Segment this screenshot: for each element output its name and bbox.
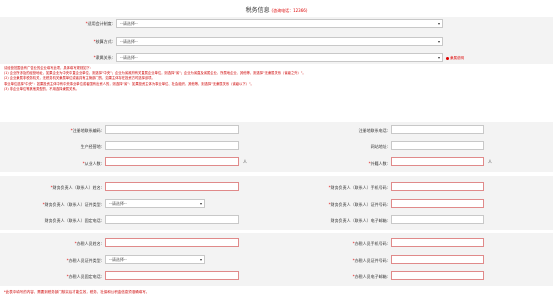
affiliation-hint[interactable]: 隶属说明 bbox=[446, 56, 464, 61]
finance-landline-label: 财务负责人（联系人）固定电话: bbox=[44, 218, 102, 223]
finance-id-type-value: --请选择-- bbox=[109, 201, 127, 206]
employees-input[interactable] bbox=[105, 157, 239, 166]
agent-id-number-label: *办税人员证件号码: bbox=[352, 258, 388, 263]
affiliation-label: *隶属关系: bbox=[93, 55, 113, 60]
finance-email-label: 财务负责人（联系人）电子邮箱: bbox=[330, 218, 388, 223]
page-title-text: 税务信息 bbox=[245, 7, 270, 14]
foreign-employees-label: *外籍人数: bbox=[368, 161, 388, 166]
affiliation-info: 请经营范围含有广告业的企业填写此项，具体填写规则如下： (1) 企业所涉及的经营… bbox=[4, 66, 306, 92]
info-line: (3) 非企业单位等其他类型的，不用选择隶属关系。 bbox=[4, 86, 79, 91]
business-address-label: 生产经营地: bbox=[80, 144, 102, 149]
agent-mobile-label: *办税人员手机号码: bbox=[352, 241, 388, 246]
chevron-down-icon: ▾ bbox=[199, 201, 202, 206]
footer-note: *此表中填写的内容，需要到税务部门核实后才能生效，税务、社保和公积金信息须准确填… bbox=[4, 290, 150, 294]
foreign-employees-unit: 人 bbox=[488, 159, 492, 164]
finance-landline-input[interactable] bbox=[105, 215, 239, 224]
chevron-down-icon: ▾ bbox=[199, 257, 202, 262]
accounting-system-value: --请选择-- bbox=[120, 21, 138, 26]
finance-id-number-input[interactable] bbox=[391, 199, 484, 208]
info-dot-icon bbox=[446, 56, 449, 60]
calc-method-value: --请选择-- bbox=[120, 39, 138, 44]
calc-method-select[interactable]: --请选择-- ▾ bbox=[116, 37, 443, 46]
employees-label: *从业人数: bbox=[82, 161, 102, 166]
agent-landline-label: *办税人员固定电话: bbox=[66, 274, 102, 279]
registration-phone-label: 注册地联系电话: bbox=[358, 128, 388, 133]
business-address-input[interactable] bbox=[105, 141, 239, 150]
finance-id-type-label: *财务负责人（联系人）证件类型: bbox=[42, 202, 102, 207]
finance-mobile-input[interactable] bbox=[391, 182, 484, 191]
hotline-note: (咨询电话：12366) bbox=[271, 8, 308, 13]
registration-number-input[interactable] bbox=[105, 125, 239, 134]
finance-name-input[interactable] bbox=[105, 182, 239, 191]
affiliation-value: --请选择-- bbox=[120, 55, 138, 60]
agent-email-input[interactable] bbox=[391, 271, 484, 280]
website-input[interactable] bbox=[391, 141, 484, 150]
affiliation-select[interactable]: --请选择-- ▾ bbox=[116, 53, 443, 62]
calc-method-label: *核算方式: bbox=[93, 39, 113, 44]
agent-id-type-label: *办税人员证件类型: bbox=[66, 258, 102, 263]
finance-name-label: *财务负责人（联系人）姓名: bbox=[50, 185, 102, 190]
finance-id-type-select[interactable]: --请选择-- ▾ bbox=[105, 199, 205, 208]
agent-id-number-input[interactable] bbox=[391, 255, 484, 264]
agent-email-label: *办税人员电子邮箱: bbox=[352, 274, 388, 279]
finance-id-number-label: *财务负责人（联系人）证件号码: bbox=[328, 202, 388, 207]
agent-id-type-select[interactable]: --请选择-- ▾ bbox=[105, 255, 205, 264]
finance-email-input[interactable] bbox=[391, 215, 484, 224]
foreign-employees-input[interactable] bbox=[391, 157, 484, 166]
finance-mobile-label: *财务负责人（联系人）手机号码: bbox=[328, 185, 388, 190]
accounting-system-label: *适用会计制度: bbox=[85, 21, 113, 26]
chevron-down-icon: ▾ bbox=[437, 21, 440, 26]
accounting-system-select[interactable]: --请选择-- ▾ bbox=[116, 19, 443, 28]
agent-name-input[interactable] bbox=[105, 238, 239, 247]
chevron-down-icon: ▾ bbox=[437, 55, 440, 60]
registration-number-label: *注册地联系编码: bbox=[70, 128, 102, 133]
website-label: 网站地址: bbox=[370, 144, 388, 149]
agent-id-type-value: --请选择-- bbox=[109, 257, 127, 262]
chevron-down-icon: ▾ bbox=[437, 39, 440, 44]
agent-landline-input[interactable] bbox=[105, 271, 239, 280]
agent-name-label: *办税人员姓名: bbox=[74, 241, 102, 246]
employees-unit: 人 bbox=[243, 159, 247, 164]
agent-mobile-input[interactable] bbox=[391, 238, 484, 247]
registration-phone-input[interactable] bbox=[391, 125, 484, 134]
page-title: 税务信息 (咨询电话：12366) bbox=[0, 5, 553, 14]
